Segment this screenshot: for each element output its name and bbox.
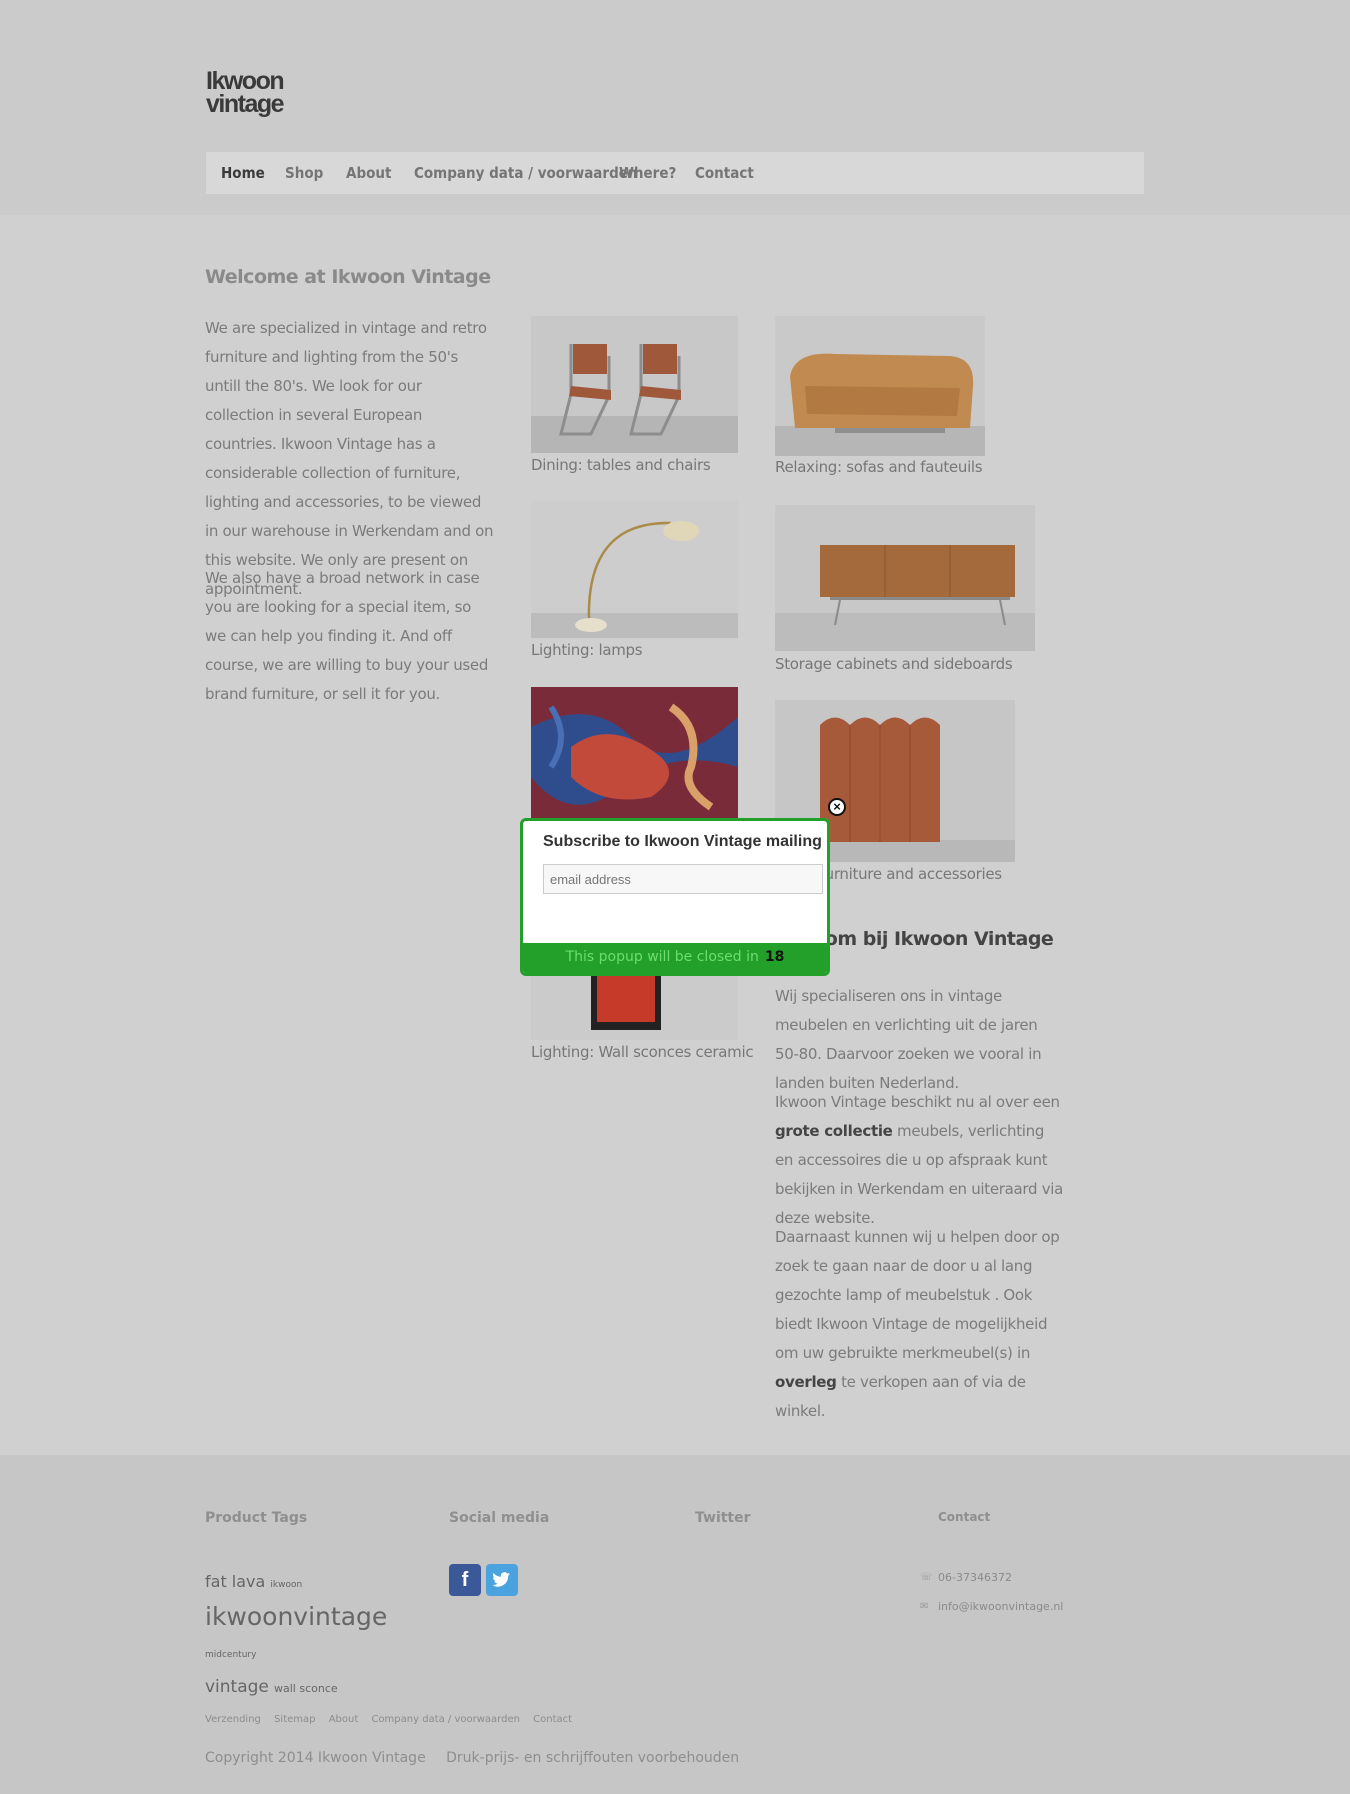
tag-midcentury[interactable]: midcentury [205,1650,256,1660]
logo-line-2: vintage [206,90,285,118]
dutch-p3-text-a: Daarnaast kunnen wij u helpen door op zo… [775,1228,1060,1362]
site-footer [0,1455,1350,1794]
dining-chairs-image [531,316,738,453]
site-logo[interactable]: Ikwoon vintage [206,69,285,118]
footer-product-tags-title: Product Tags [205,1510,308,1526]
product-tag-cloud: fat lava ikwoon ikwoonvintage midcentury… [205,1566,405,1705]
tag-wall-sconce[interactable]: wall sconce [274,1682,338,1695]
popup-close-icon[interactable]: × [828,798,846,816]
tag-ikwoonvintage[interactable]: ikwoonvintage [205,1602,387,1631]
footer-links: Verzending Sitemap About Company data / … [205,1714,572,1725]
category-wall-sconces-label: Lighting: Wall sconces ceramic [531,1043,754,1061]
copyright-text: Copyright 2014 Ikwoon Vintage [205,1750,426,1766]
twitter-bird-icon [492,1572,510,1587]
intro-paragraph-1: We are specialized in vintage and retro … [205,319,494,598]
footer-social-title: Social media [449,1510,550,1526]
footer-phone-value: 06-37346372 [938,1571,1012,1584]
dutch-paragraph-1: Wij specialiseren ons in vintage meubele… [775,987,1042,1092]
footer-phone: ☏ 06-37346372 [920,1571,1012,1584]
sofa-image [775,316,985,456]
footer-contact-title: Contact [938,1510,991,1524]
email-input[interactable] [543,864,823,894]
nav-shop[interactable]: Shop [285,164,323,182]
footer-link-contact[interactable]: Contact [533,1714,572,1725]
popup-countdown: 18 [764,949,785,965]
dutch-p3-bold: overleg [775,1373,837,1391]
dutch-p2-text-a: Ikwoon Vintage beschikt nu al over een [775,1093,1060,1111]
footer-twitter-title: Twitter [695,1510,751,1526]
arc-lamp-image [531,501,738,638]
category-lighting-lamps-label: Lighting: lamps [531,641,643,659]
footer-link-verzending[interactable]: Verzending [205,1714,261,1725]
footer-email[interactable]: ✉ info@ikwoonvintage.nl [920,1600,1063,1613]
popup-title: Subscribe to Ikwoon Vintage mailing [543,833,822,850]
intro-paragraph-2: We also have a broad network in case you… [205,569,489,703]
painting-image [531,687,738,822]
disclaimer-text: Druk-prijs- en schrijffouten voorbehoude… [446,1750,740,1766]
tag-fat-lava[interactable]: fat lava [205,1572,265,1591]
footer-link-about[interactable]: About [329,1714,359,1725]
footer-link-company-data[interactable]: Company data / voorwaarden [371,1714,519,1725]
category-storage-label: Storage cabinets and sideboards [775,655,1013,673]
twitter-icon[interactable] [486,1564,518,1596]
nav-where[interactable]: Where? [619,164,676,182]
nav-contact[interactable]: Contact [695,164,754,182]
main-nav: Home Shop About Company data / voorwaard… [206,152,1144,194]
popup-countdown-bar: This popup will be closed in 18 [523,943,827,973]
dutch-p2-bold: grote collectie [775,1122,893,1140]
mail-icon: ✉ [920,1601,929,1612]
nav-company-data[interactable]: Company data / voorwaarden [414,164,638,182]
footer-copyright: Copyright 2014 Ikwoon Vintage Druk-prijs… [205,1750,755,1766]
dutch-paragraph-2: Ikwoon Vintage beschikt nu al over een g… [775,1088,1065,1233]
page-title: Welcome at Ikwoon Vintage [205,266,491,288]
category-relaxing-label: Relaxing: sofas and fauteuils [775,458,983,476]
sideboard-image [775,505,1035,651]
footer-email-value[interactable]: info@ikwoonvintage.nl [938,1600,1063,1613]
subscribe-popup: Subscribe to Ikwoon Vintage mailing This… [520,818,830,976]
phone-icon: ☏ [920,1572,933,1583]
dutch-paragraph-3: Daarnaast kunnen wij u helpen door op zo… [775,1223,1065,1426]
facebook-icon[interactable]: f [449,1564,481,1596]
tag-ikwoon[interactable]: ikwoon [270,1580,302,1590]
tag-vintage[interactable]: vintage [205,1677,269,1697]
site-header: Ikwoon vintage Home Shop About Company d… [0,0,1350,215]
footer-link-sitemap[interactable]: Sitemap [274,1714,315,1725]
nav-about[interactable]: About [346,164,391,182]
popup-closing-text: This popup will be closed in [565,949,759,965]
nav-home[interactable]: Home [221,164,265,182]
category-dining-label: Dining: tables and chairs [531,456,711,474]
